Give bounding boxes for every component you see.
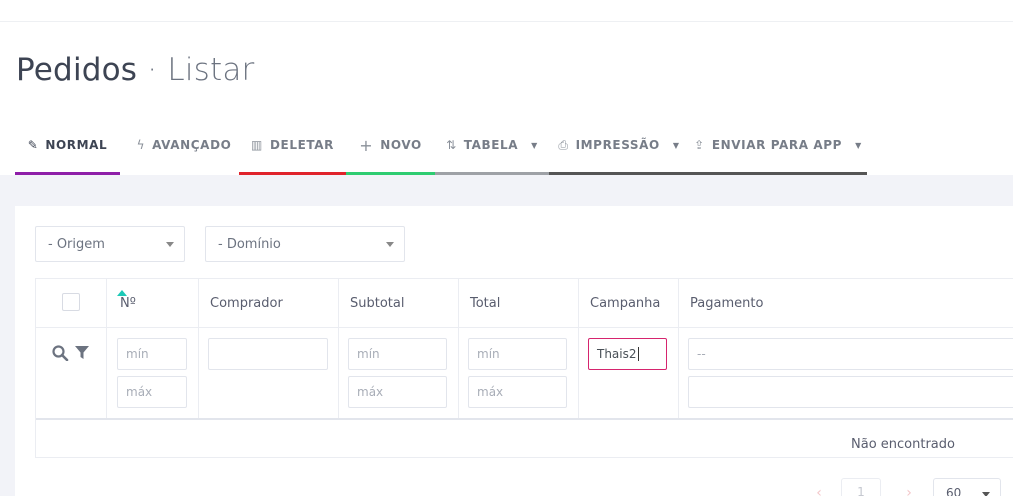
column-header-label: Campanha — [590, 295, 661, 311]
column-header-label: Total — [470, 295, 501, 311]
tab-normal[interactable]: ✎ NORMAL — [15, 115, 120, 175]
column-divider — [578, 279, 579, 419]
select-all-checkbox[interactable] — [62, 293, 80, 311]
numero-min-input[interactable]: mín — [117, 338, 187, 370]
pagamento-secondary-input[interactable] — [688, 376, 1013, 408]
column-header-numero[interactable]: Nº — [117, 279, 136, 327]
sort-indicator-icon — [117, 290, 127, 296]
chevron-down-icon — [386, 242, 394, 247]
subtotal-max-input[interactable]: máx — [348, 376, 447, 408]
tab-deletar[interactable]: ▥ DELETAR — [239, 115, 346, 175]
page-size-select[interactable]: 60 — [933, 478, 1001, 496]
top-bar: ⌃ — [0, 0, 1013, 22]
column-header-label: Subtotal — [350, 295, 405, 311]
tab-label: NORMAL — [45, 138, 108, 152]
tab-novo[interactable]: + NOVO — [346, 115, 435, 175]
chevron-down-icon — [166, 242, 174, 247]
list-card: - Origem - Domínio Nº Comprador Subtotal… — [15, 206, 1013, 496]
pagination-page-1[interactable]: 1 — [841, 478, 881, 496]
column-divider — [338, 279, 339, 419]
tab-label: DELETAR — [269, 138, 334, 152]
page-title-main: Pedidos — [16, 52, 138, 88]
column-header-label: Comprador — [210, 295, 283, 311]
tab-label: AVANÇADO — [152, 138, 232, 152]
column-divider — [198, 279, 199, 419]
column-header-total[interactable]: Total — [470, 279, 500, 327]
comprador-input[interactable] — [208, 338, 328, 370]
tab-enviar-para-app[interactable]: ⇪ ENVIAR PARA APP ▼ — [689, 115, 867, 175]
tab-label: ENVIAR PARA APP — [711, 138, 843, 152]
share-icon: ⇪ — [694, 138, 705, 152]
sort-icon: ⇅ — [446, 138, 457, 152]
page-size-value: 60 — [946, 486, 962, 496]
orders-table: Nº Comprador Subtotal Total Campanha Pag… — [35, 278, 1013, 458]
search-icon[interactable] — [52, 345, 70, 361]
dominio-select[interactable]: - Domínio — [205, 226, 405, 262]
chevron-down-icon: ▼ — [855, 140, 862, 150]
row-divider — [36, 327, 1013, 328]
chevron-down-icon: ▼ — [672, 140, 680, 150]
dominio-select-value: - Domínio — [218, 236, 281, 252]
tab-label: TABELA — [463, 138, 519, 152]
chevron-down-icon[interactable]: ⌃ — [26, 0, 34, 7]
lightning-icon: ϟ — [136, 138, 146, 152]
tab-tabela[interactable]: ⇅ TABELA ▼ — [435, 115, 549, 175]
action-tabs: ✎ NORMAL ϟ AVANÇADO ▥ DELETAR + NOVO ⇅ T… — [15, 115, 1013, 175]
pagamento-select-placeholder: -- — [697, 347, 706, 361]
page-title-sub: Listar — [167, 52, 255, 88]
row-divider — [36, 418, 1013, 420]
total-max-input[interactable]: máx — [468, 376, 567, 408]
column-divider — [458, 279, 459, 419]
edit-icon: ✎ — [27, 138, 39, 152]
column-header-subtotal[interactable]: Subtotal — [350, 279, 404, 327]
pagamento-select[interactable]: -- — [688, 338, 1013, 370]
pagination-next[interactable]: › — [895, 478, 923, 496]
column-divider — [678, 279, 679, 419]
empty-state: Não encontrado — [36, 429, 1013, 459]
tab-label: NOVO — [380, 138, 422, 152]
page-title: Pedidos · Listar — [16, 52, 254, 88]
chevron-right-icon: › — [906, 485, 912, 496]
campanha-input[interactable]: Thais2 — [588, 338, 667, 370]
chevron-down-icon: ▼ — [531, 140, 538, 150]
pagination-prev[interactable]: ‹ — [805, 478, 833, 496]
plus-icon: + — [359, 135, 374, 155]
tab-label: IMPRESSÃO — [575, 138, 660, 152]
tab-avancado[interactable]: ϟ AVANÇADO — [128, 115, 240, 175]
empty-message: Não encontrado — [851, 436, 955, 452]
origem-select-value: - Origem — [48, 236, 105, 252]
numero-max-input[interactable]: máx — [117, 376, 187, 408]
title-separator: · — [147, 52, 158, 88]
column-header-pagamento[interactable]: Pagamento — [690, 279, 763, 327]
campanha-input-value: Thais2 — [597, 347, 637, 361]
column-header-label: Pagamento — [690, 295, 764, 311]
trash-icon: ▥ — [251, 138, 263, 152]
printer-icon: ⎙ — [558, 137, 569, 152]
text-cursor — [637, 347, 639, 361]
column-header-comprador[interactable]: Comprador — [210, 279, 283, 327]
subtotal-min-input[interactable]: mín — [348, 338, 447, 370]
chevron-left-icon: ‹ — [816, 485, 822, 496]
filter-icon[interactable] — [75, 346, 89, 360]
tab-impressao[interactable]: ⎙ IMPRESSÃO ▼ — [549, 115, 689, 175]
total-min-input[interactable]: mín — [468, 338, 567, 370]
column-header-campanha[interactable]: Campanha — [590, 279, 660, 327]
column-divider — [106, 279, 107, 419]
chevron-down-icon — [982, 492, 990, 496]
column-header-label: Nº — [120, 295, 136, 311]
origem-select[interactable]: - Origem — [35, 226, 185, 262]
